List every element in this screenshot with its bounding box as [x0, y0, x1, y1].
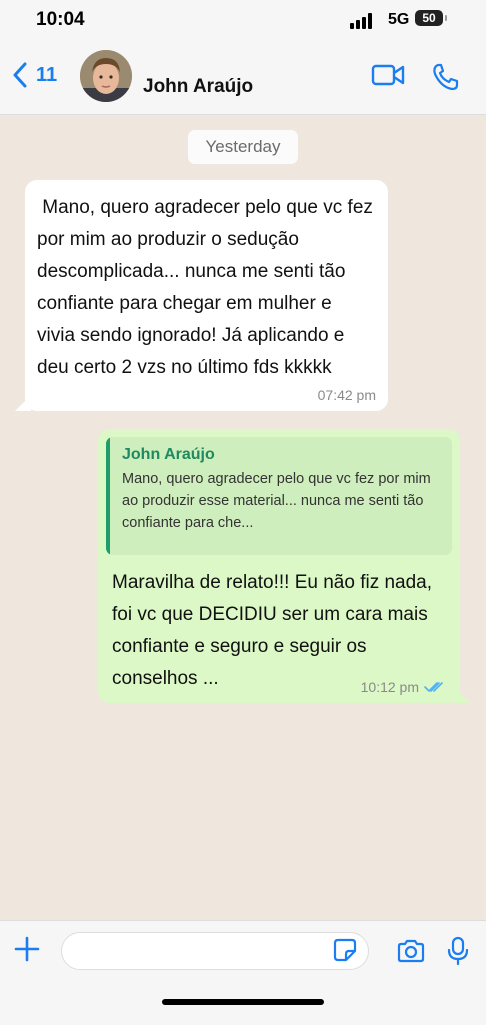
status-time: 10:04 [36, 9, 85, 30]
camera-icon [397, 939, 425, 963]
chat-area[interactable]: Yesterday Mano, quero agradecer pelo que… [0, 115, 486, 920]
status-bar: 10:04 5G 50 [0, 0, 486, 44]
message-input-bar [0, 920, 486, 1025]
signal-icon [350, 13, 372, 29]
network-type: 5G [388, 11, 410, 28]
back-button[interactable]: 11 [12, 62, 57, 88]
date-separator: Yesterday [188, 130, 298, 164]
sticker-button[interactable] [333, 938, 357, 967]
voice-call-button[interactable] [430, 62, 460, 97]
sticker-icon [333, 938, 357, 962]
incoming-message-time: 07:42 pm [317, 387, 376, 403]
avatar[interactable] [80, 50, 132, 102]
chat-header: 11 John Araújo [0, 44, 486, 115]
phone-icon [433, 63, 459, 91]
chevron-left-icon [13, 62, 27, 88]
battery-icon: 50 [415, 10, 447, 26]
outgoing-message-meta: 10:12 pm [361, 679, 444, 695]
video-call-button[interactable] [371, 62, 405, 93]
avatar-image [80, 50, 132, 102]
microphone-icon [447, 936, 469, 966]
voice-message-button[interactable] [446, 936, 470, 971]
incoming-message-text: Mano, quero agradecer pelo que vc fez po… [37, 197, 379, 378]
battery-level: 50 [422, 11, 436, 25]
quoted-message[interactable]: John Araújo Mano, quero agradecer pelo q… [106, 437, 452, 555]
outgoing-message-text: Maravilha de relato!!! Eu não fiz nada, … [112, 572, 433, 689]
double-check-read-icon [424, 682, 443, 692]
incoming-message[interactable]: Mano, quero agradecer pelo que vc fez po… [15, 180, 388, 411]
unread-count: 11 [36, 63, 58, 86]
plus-icon [14, 936, 40, 962]
outgoing-message-time: 10:12 pm [360, 679, 419, 695]
quoted-text: Mano, quero agradecer pelo que vc fez po… [122, 471, 431, 531]
camera-button[interactable] [396, 938, 426, 969]
attach-button[interactable] [13, 935, 41, 968]
contact-name[interactable]: John Araújo [143, 76, 253, 98]
outgoing-message[interactable]: John Araújo Mano, quero agradecer pelo q… [98, 429, 470, 703]
incoming-message-meta: 07:42 pm [318, 387, 376, 403]
home-indicator[interactable] [162, 999, 324, 1005]
quoted-author: John Araújo [122, 446, 215, 463]
message-input[interactable] [61, 932, 369, 970]
video-camera-icon [371, 64, 405, 86]
